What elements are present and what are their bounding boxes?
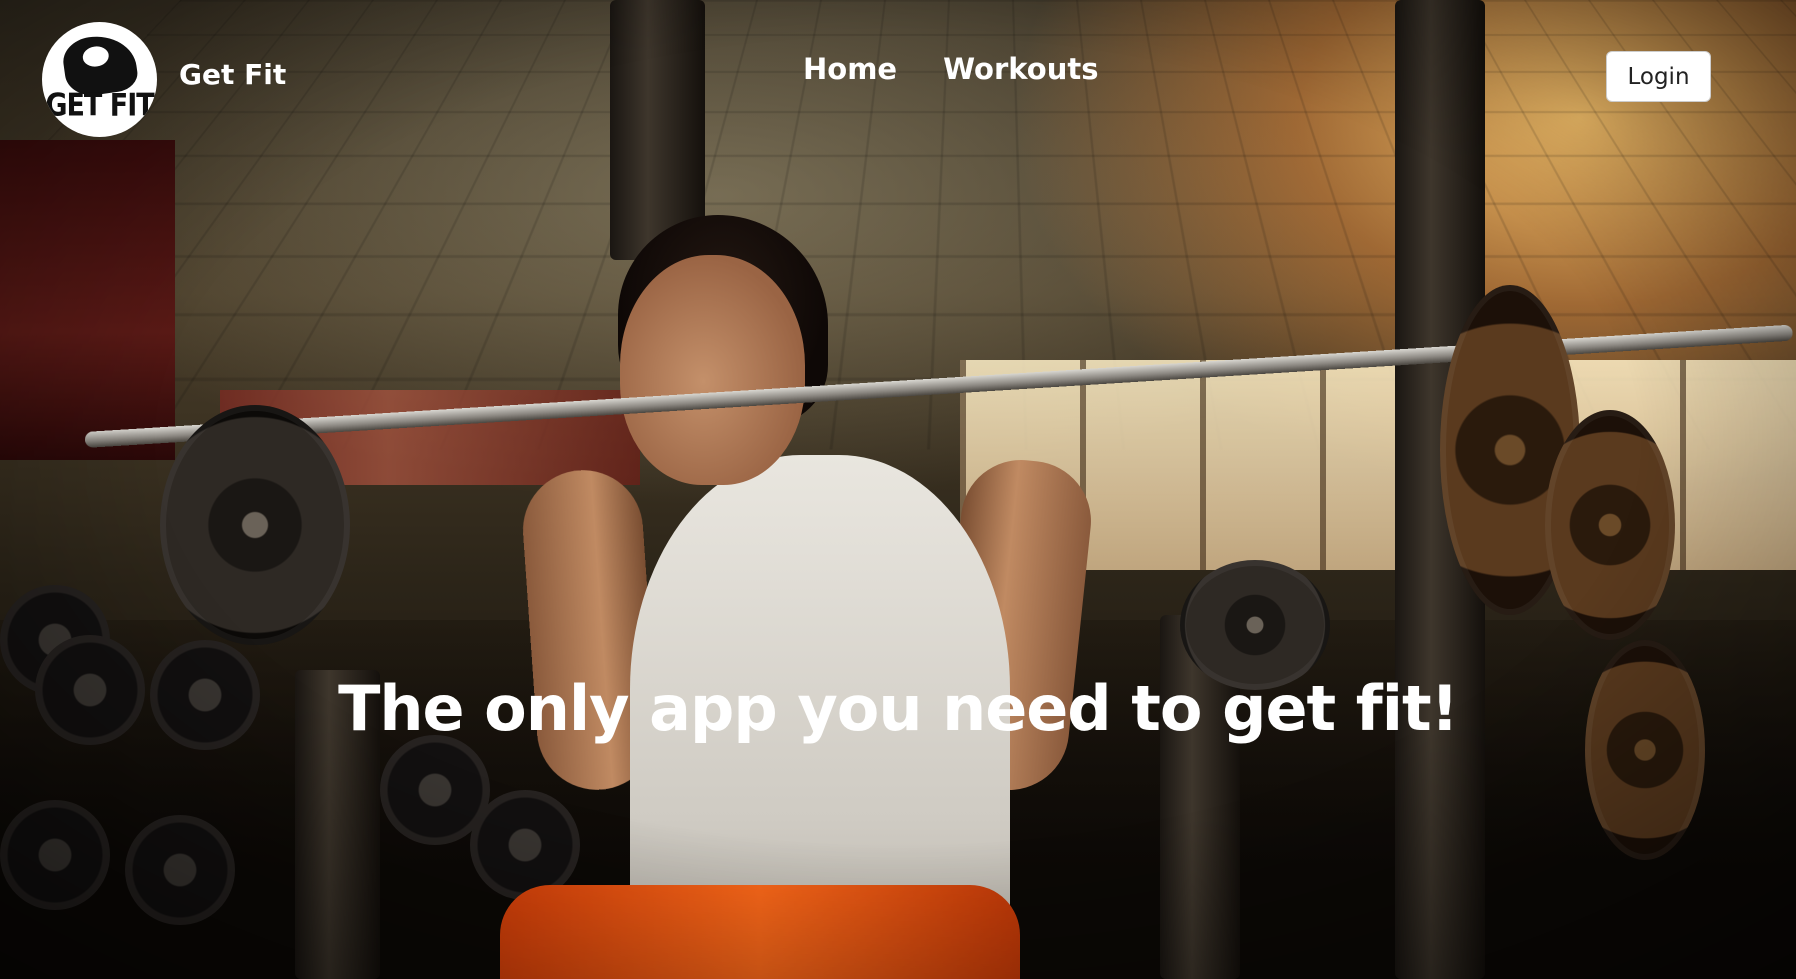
hero-headline: The only app you need to get fit! [0,672,1796,745]
login-button[interactable]: Login [1606,51,1711,102]
nav-workouts-link[interactable]: Workouts [943,52,1098,86]
main-nav: Home Workouts [803,52,1098,86]
hero-vignette [0,0,1796,979]
nav-home-link[interactable]: Home [803,52,897,86]
logo[interactable]: GET FIT [42,22,157,137]
brand-name[interactable]: Get Fit [179,58,286,91]
logo-text: GET FIT [45,88,153,124]
hero-background [0,0,1796,979]
